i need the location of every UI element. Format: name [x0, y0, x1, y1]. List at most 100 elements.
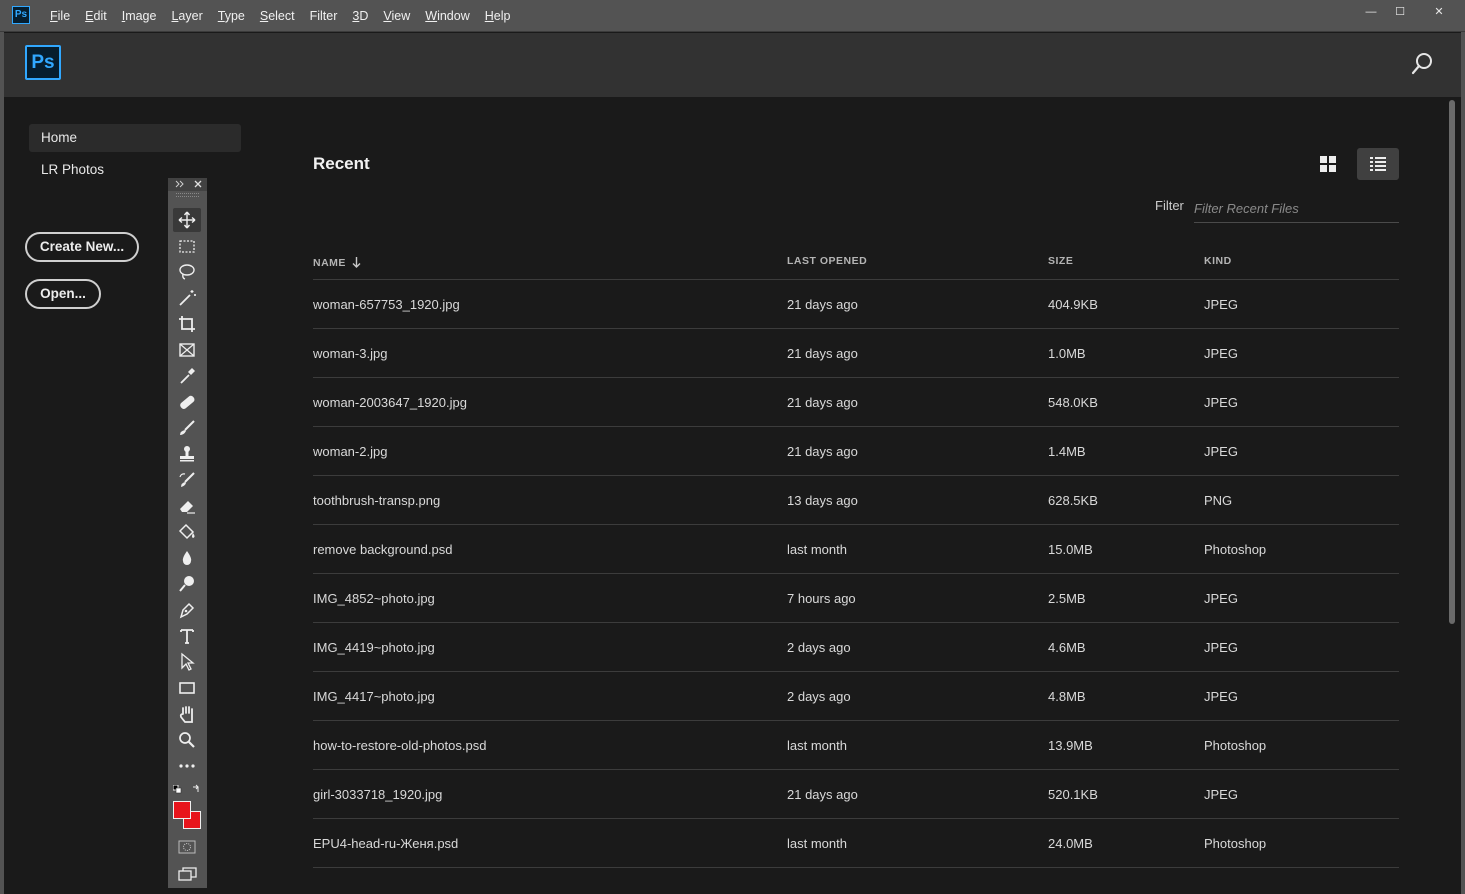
file-row[interactable]: IMG_4417~photo.jpg 2 days ago 4.8MB JPEG [313, 672, 1399, 721]
close-panel-icon[interactable] [194, 180, 202, 188]
menu-type[interactable]: Type [218, 9, 245, 23]
history-brush-tool[interactable] [173, 468, 201, 492]
blur-tool[interactable] [173, 546, 201, 570]
dodge-tool[interactable] [173, 572, 201, 596]
file-row[interactable]: toothbrush-transp.png 13 days ago 628.5KB P… [313, 476, 1399, 525]
column-header-kind[interactable]: KIND [1204, 255, 1232, 267]
menu-window[interactable]: Window [425, 9, 469, 23]
tools-panel-header[interactable] [168, 178, 207, 191]
file-row[interactable]: IMG_4419~photo.jpg 2 days ago 4.6MB JPEG [313, 623, 1399, 672]
open-button[interactable]: Open... [25, 279, 101, 309]
file-row[interactable]: woman-2003647_1920.jpg 21 days ago 548.0KB… [313, 378, 1399, 427]
menu-mnemonic: V [383, 9, 392, 23]
type-icon [180, 629, 194, 644]
panel-grip[interactable] [176, 193, 199, 197]
hand-tool[interactable] [173, 702, 201, 726]
list-view-button[interactable] [1357, 148, 1399, 180]
type-tool[interactable] [173, 624, 201, 648]
menu-help[interactable]: Help [485, 9, 511, 23]
file-kind: JPEG [1204, 689, 1238, 704]
paint-bucket-tool[interactable] [173, 520, 201, 544]
zoom-tool[interactable] [173, 728, 201, 752]
tools-panel [168, 178, 207, 888]
cursor-icon [181, 652, 195, 671]
menu-view[interactable]: View [383, 9, 410, 23]
file-row[interactable]: EPU4-head-ru-Женя.psd last month 24.0MB Pho… [313, 819, 1399, 868]
minimize-button[interactable]: — [1358, 4, 1384, 20]
lasso-tool[interactable] [173, 260, 201, 284]
file-name: girl-3033718_1920.jpg [313, 787, 443, 802]
file-size: 4.8MB [1048, 689, 1086, 704]
file-size: 520.1KB [1048, 787, 1098, 802]
scrollbar[interactable] [1449, 100, 1455, 624]
healing-brush-tool[interactable] [173, 390, 201, 414]
file-row[interactable]: girl-3033718_1920.jpg 21 days ago 520.1KB J… [313, 770, 1399, 819]
crop-icon [179, 316, 195, 332]
brush-tool[interactable] [173, 416, 201, 440]
file-last-opened: 21 days ago [787, 444, 858, 459]
menu-select[interactable]: Select [260, 9, 295, 23]
rectangle-tool[interactable] [173, 676, 201, 700]
pen-icon [179, 602, 195, 619]
search-button[interactable] [1410, 52, 1434, 76]
menu-bar: Ps File Edit Image Layer Type Select Filter 3D V… [0, 0, 1465, 32]
file-row[interactable]: woman-657753_1920.jpg 21 days ago 404.9KB J… [313, 280, 1399, 329]
swap-colors-icon[interactable] [191, 784, 201, 794]
brush-icon [180, 420, 195, 435]
file-row[interactable]: remove background.psd last month 15.0MB Pho… [313, 525, 1399, 574]
column-header-name[interactable]: NAME [313, 255, 361, 269]
menu-label-rest: mage [125, 9, 157, 23]
quick-mask-icon[interactable] [178, 840, 196, 854]
frame-tool[interactable] [173, 338, 201, 362]
maximize-button[interactable]: ☐ [1387, 4, 1413, 20]
history-brush-icon [179, 472, 195, 487]
sidebar-item-home-label: Home [41, 130, 78, 145]
default-colors-icon[interactable] [173, 785, 182, 794]
menu-label-rest: D [359, 9, 369, 23]
eraser-tool[interactable] [173, 494, 201, 518]
list-icon [1370, 157, 1386, 171]
menu-edit[interactable]: Edit [85, 9, 107, 23]
file-size: 4.6MB [1048, 640, 1086, 655]
sidebar-item-lr-photos[interactable]: LR Photos [41, 162, 104, 177]
file-name: IMG_4419~photo.jpg [313, 640, 435, 655]
edit-toolbar-button[interactable] [173, 754, 201, 778]
file-kind: JPEG [1204, 591, 1238, 606]
column-header-size[interactable]: SIZE [1048, 255, 1073, 267]
pen-tool[interactable] [173, 598, 201, 622]
screen-mode-icon[interactable] [178, 866, 198, 882]
collapse-icon[interactable] [175, 180, 185, 188]
filter-recent-files-input[interactable] [1194, 194, 1399, 223]
foreground-color-swatch[interactable] [173, 801, 191, 819]
clone-stamp-tool[interactable] [173, 442, 201, 466]
eyedropper-tool[interactable] [173, 364, 201, 388]
grid-view-button[interactable] [1307, 148, 1349, 180]
file-last-opened: 2 days ago [787, 640, 851, 655]
file-name: woman-2003647_1920.jpg [313, 395, 467, 410]
move-tool[interactable] [173, 208, 201, 232]
file-name: how-to-restore-old-photos.psd [313, 738, 487, 753]
menu-layer[interactable]: Layer [171, 9, 202, 23]
marquee-icon [179, 240, 195, 253]
menu-file[interactable]: File [50, 9, 70, 23]
column-header-last-opened[interactable]: LAST OPENED [787, 255, 867, 267]
magic-wand-tool[interactable] [173, 286, 201, 310]
more-icon [179, 764, 195, 768]
create-new-button[interactable]: Create New... [25, 232, 139, 262]
menu-label-rest: iew [391, 9, 411, 23]
file-row[interactable]: woman-3.jpg 21 days ago 1.0MB JPEG [313, 329, 1399, 378]
file-row[interactable]: woman-2.jpg 21 days ago 1.4MB JPEG [313, 427, 1399, 476]
file-row[interactable]: how-to-restore-old-photos.psd last month 1… [313, 721, 1399, 770]
menu-filter[interactable]: Filter [310, 9, 338, 23]
file-kind: JPEG [1204, 346, 1238, 361]
path-selection-tool[interactable] [173, 650, 201, 674]
file-name: woman-2.jpg [313, 444, 388, 459]
file-row[interactable]: IMG_4852~photo.jpg 7 hours ago 2.5MB JPEG [313, 574, 1399, 623]
file-kind: PNG [1204, 493, 1233, 508]
crop-tool[interactable] [173, 312, 201, 336]
menu-3d[interactable]: 3D [352, 9, 368, 23]
marquee-tool[interactable] [173, 234, 201, 258]
file-last-opened: 21 days ago [787, 395, 858, 410]
close-button[interactable]: ✕ [1422, 4, 1456, 20]
menu-image[interactable]: Image [122, 9, 157, 23]
